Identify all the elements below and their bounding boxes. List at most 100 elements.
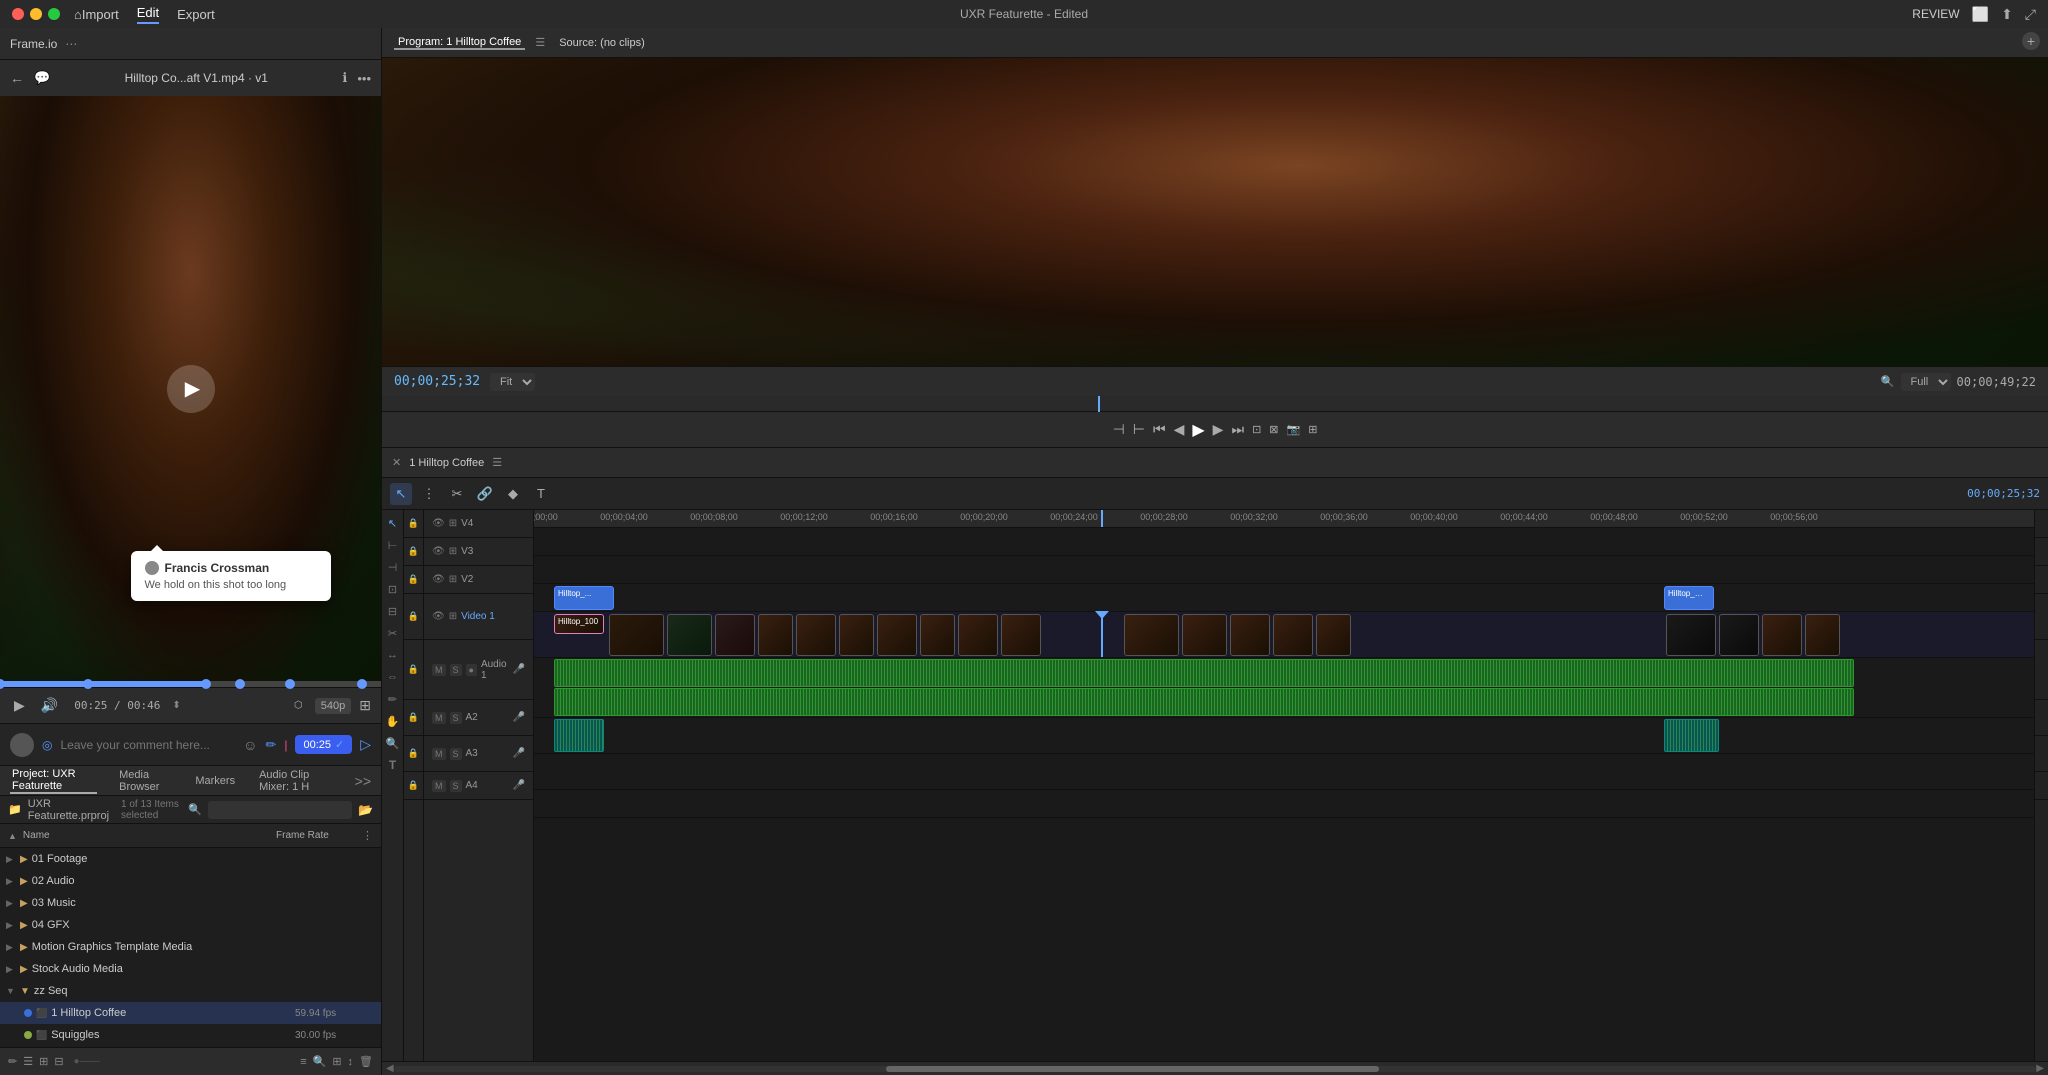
program-timecode[interactable]: 00;00;25;32	[394, 374, 484, 389]
panel-menu-icon[interactable]: ☰	[535, 36, 545, 49]
lift-btn[interactable]: ⊡	[1252, 423, 1261, 436]
seq-squiggles[interactable]: ⬛ Squiggles 30.00 fps	[0, 1024, 381, 1046]
create-bin-icon[interactable]: 📂	[358, 803, 373, 817]
timeline-scrollbar[interactable]: ◀ ▶	[382, 1061, 2048, 1075]
next-edit-btn[interactable]: ⏭	[1231, 421, 1244, 438]
insert-btn[interactable]: ⊞	[1308, 423, 1317, 436]
play-overlay-btn[interactable]: ▶	[167, 365, 215, 413]
source-volume-icon[interactable]: 🔊	[37, 695, 62, 716]
rolling-tool[interactable]: ⊡	[384, 580, 402, 598]
v1-clip-shgn[interactable]: SHGN	[1001, 614, 1041, 656]
pen-tool[interactable]: ✏	[384, 690, 402, 708]
v1-clip-shg[interactable]: SHG...	[758, 614, 793, 656]
menu-export[interactable]: Export	[177, 7, 215, 22]
a1-mic-icon[interactable]: 🎤	[513, 664, 525, 675]
add-track-button[interactable]: +	[2022, 32, 2040, 50]
selection-tool[interactable]: ↖	[390, 483, 412, 505]
project-search-input[interactable]	[208, 801, 352, 819]
type-tool[interactable]: T	[384, 756, 402, 774]
v2-eye-icon[interactable]: 👁	[432, 574, 445, 585]
mark-out-btn[interactable]: ⊢	[1133, 421, 1145, 438]
source-play-button[interactable]: ▶	[10, 695, 29, 716]
scrollbar-track[interactable]	[394, 1066, 2037, 1072]
lock-icon[interactable]: 🔒	[408, 748, 419, 759]
v2-clip-1[interactable]: Hilltop_...	[554, 586, 614, 610]
a4-mute-btn[interactable]: M	[432, 780, 446, 792]
v1-clip-hilltop100[interactable]: Hilltop_100	[554, 614, 604, 634]
lock-icon[interactable]: 🔒	[408, 611, 419, 622]
menu-import[interactable]: Import	[82, 7, 119, 22]
tab-markers[interactable]: Markers	[193, 775, 237, 787]
framerate-column-header[interactable]: Frame Rate	[276, 830, 356, 841]
folder-04-gfx[interactable]: ▶ ▶ 04 GFX	[0, 914, 381, 936]
v1-clip-6[interactable]	[1124, 614, 1179, 656]
more-icon[interactable]: •••	[357, 71, 371, 86]
name-column-header[interactable]: Name	[23, 830, 270, 841]
timeline-tracks-scroll[interactable]: 00;00;00;00 00;00;04;00 00;00;08;00 00;0…	[534, 510, 2034, 1061]
folder-03-music[interactable]: ▶ ▶ 03 Music	[0, 892, 381, 914]
comment-input[interactable]	[60, 738, 235, 752]
pen-color-icon[interactable]: |	[284, 738, 287, 752]
list-icon[interactable]: ☰	[23, 1055, 33, 1068]
maximize-button[interactable]	[48, 8, 60, 20]
folder-02-audio[interactable]: ▶ ▶ 02 Audio	[0, 870, 381, 892]
review-button[interactable]: REVIEW	[1912, 7, 1959, 21]
send-icon[interactable]: ▷	[360, 736, 371, 753]
v1-clip-shgn7-1080[interactable]: SHGN7...	[1666, 614, 1716, 656]
v1-clip-4[interactable]	[839, 614, 874, 656]
tab-source-monitor[interactable]: Source: (no clips)	[555, 37, 649, 49]
emoji-icon[interactable]: ☺	[243, 737, 257, 753]
lock-icon[interactable]: 🔒	[408, 574, 419, 585]
comment-time-badge[interactable]: 00:25 ✓	[295, 735, 352, 754]
delete-btn[interactable]: 🗑	[359, 1055, 373, 1068]
menu-home[interactable]: ⌂	[74, 7, 82, 22]
v4-sync-icon[interactable]: ⊞	[449, 518, 457, 529]
a2-audio-clip-2[interactable]	[1664, 719, 1719, 752]
tab-program-monitor[interactable]: Program: 1 Hilltop Coffee	[394, 36, 525, 50]
lock-icon[interactable]: 🔒	[408, 712, 419, 723]
step-fwd-btn[interactable]: ▶	[1213, 421, 1224, 438]
program-play-btn[interactable]: ▶	[1192, 420, 1204, 440]
extract-btn[interactable]: ⊠	[1269, 423, 1278, 436]
scroll-right-icon[interactable]: ▶	[2036, 1063, 2044, 1074]
more-columns-btn[interactable]: ⋮	[362, 829, 373, 842]
v3-eye-icon[interactable]: 👁	[432, 546, 445, 557]
lock-icon[interactable]: 🔒	[408, 664, 419, 675]
chevron-icon[interactable]: >>	[355, 773, 371, 789]
v1-clip-13[interactable]: SHGN7_S	[1805, 614, 1840, 656]
lock-icon[interactable]: 🔒	[408, 780, 419, 791]
captions-tool[interactable]: T	[530, 483, 552, 505]
prev-edit-btn[interactable]: ⏮	[1153, 421, 1166, 438]
quality-badge[interactable]: 540p	[315, 698, 351, 714]
v1-clip-2[interactable]	[667, 614, 712, 656]
a4-solo-btn[interactable]: S	[450, 780, 462, 792]
v1-clip-shgn7-500[interactable]: SHGN7_500	[609, 614, 664, 656]
full-dropdown[interactable]: Full	[1901, 373, 1951, 391]
marker-3[interactable]	[235, 679, 245, 689]
ripple-tool[interactable]: ⊣	[384, 558, 402, 576]
folder-motion-graphics[interactable]: ▶ ▶ Motion Graphics Template Media	[0, 936, 381, 958]
snap-tool[interactable]: ⋮	[418, 483, 440, 505]
v1-clip-5[interactable]	[920, 614, 955, 656]
minimize-button[interactable]	[30, 8, 42, 20]
marker-2[interactable]	[201, 679, 211, 689]
folder-01-footage[interactable]: ▶ ▶ 01 Footage	[0, 848, 381, 870]
marker-1[interactable]	[83, 679, 93, 689]
marker-4[interactable]	[285, 679, 295, 689]
marker-5[interactable]	[357, 679, 367, 689]
tab-audio-mixer[interactable]: Audio Clip Mixer: 1 H	[257, 769, 335, 793]
info-icon[interactable]: ℹ	[342, 70, 347, 86]
a3-mute-btn[interactable]: M	[432, 748, 446, 760]
share-icon[interactable]: ⬆	[2001, 6, 2013, 23]
folder-stock-audio[interactable]: ▶ ▶ Stock Audio Media	[0, 958, 381, 980]
v2-sync-icon[interactable]: ⊞	[449, 574, 457, 585]
search-btn[interactable]: 🔍	[313, 1055, 327, 1068]
v1-clip-shgn7-2[interactable]: SHGN7	[877, 614, 917, 656]
scrollbar-thumb[interactable]	[886, 1066, 1379, 1072]
source-fullscreen-btn[interactable]: ⊞	[359, 697, 371, 714]
razor-tool[interactable]: ✂	[446, 483, 468, 505]
menu-edit[interactable]: Edit	[137, 5, 159, 24]
grid-icon[interactable]: ⊞	[39, 1055, 48, 1068]
a2-solo-btn[interactable]: S	[450, 712, 462, 724]
slip-tool[interactable]: ↔	[384, 646, 402, 664]
